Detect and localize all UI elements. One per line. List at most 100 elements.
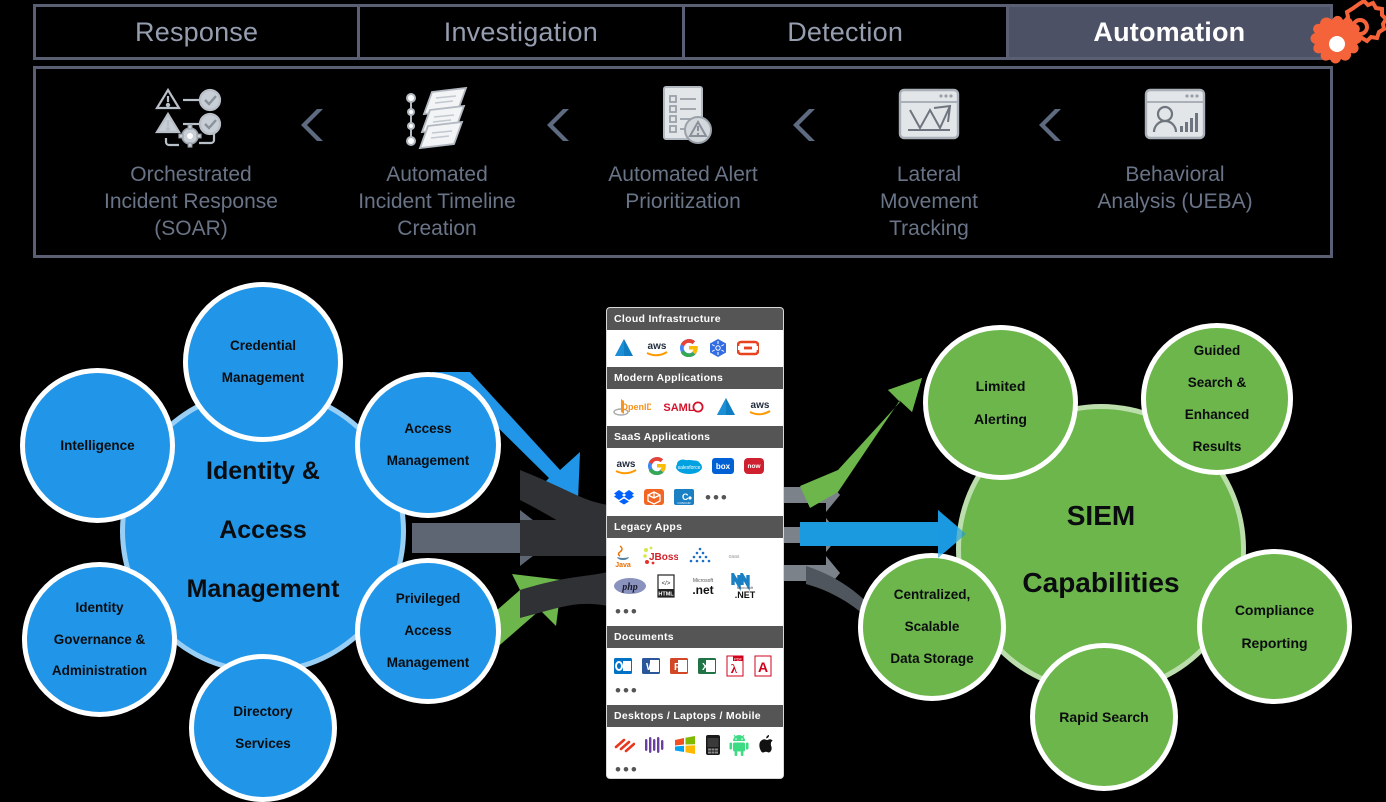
bubble-label: Directory Services: [217, 704, 308, 752]
line-3: Administration: [51, 663, 148, 679]
dotnet-logo: Microsoft .NET: [730, 573, 760, 599]
aws-logo: aws: [747, 394, 773, 420]
bubble-label: Limited Alerting: [958, 378, 1043, 428]
category-header-saas-applications: SaaS Applications: [607, 426, 783, 448]
google-logo: [647, 453, 667, 479]
bubble-identity-governance-administration[interactable]: Identity Governance & Administration: [22, 562, 177, 717]
svg-text:Java: Java: [615, 562, 631, 568]
line-2: Services: [235, 735, 291, 751]
line-1: Guided: [1193, 343, 1241, 359]
outlook-logo: [613, 653, 633, 679]
line-2: Alerting: [974, 410, 1027, 427]
line-2: Governance &: [53, 631, 146, 647]
svg-text:P: P: [674, 662, 681, 673]
blackberry-logo: [705, 732, 721, 758]
core-line-2: Capabilities: [1022, 566, 1180, 598]
iam-cluster: Identity & Access Management Credential …: [0, 0, 560, 802]
concur-logo: C CONCUR: [673, 484, 695, 510]
pyramid-analytics-logo: [687, 543, 713, 569]
core-line-3: Management: [186, 575, 340, 604]
more-ellipsis[interactable]: •••: [613, 603, 639, 620]
bubble-label: Rapid Search: [1043, 709, 1164, 726]
svg-text:salesforce: salesforce: [678, 465, 701, 471]
apple-logo: [757, 732, 775, 758]
kubernetes-logo: [708, 335, 728, 361]
svg-text:W: W: [646, 662, 656, 673]
bubble-label: Compliance Reporting: [1219, 602, 1330, 652]
servicenow-logo: now: [743, 453, 765, 479]
line-1: Compliance: [1234, 601, 1315, 618]
iam-core-label: Identity & Access Management: [171, 457, 356, 605]
svg-text:JBoss: JBoss: [649, 552, 678, 563]
line-1: Rapid Search: [1059, 708, 1149, 725]
category-logos-documents: W P X PDF λ A •••: [607, 648, 783, 705]
more-ellipsis[interactable]: •••: [613, 761, 639, 778]
line-1: Directory: [233, 704, 293, 720]
salesforce-logo: salesforce: [675, 453, 703, 479]
dropbox-logo: [613, 484, 635, 510]
svg-text:oaas: oaas: [729, 554, 740, 560]
bubble-privileged-access-management[interactable]: Privileged Access Management: [355, 558, 501, 704]
more-ellipsis[interactable]: •••: [613, 682, 639, 699]
bubble-rapid-search[interactable]: Rapid Search: [1030, 643, 1178, 791]
category-header-modern-applications: Modern Applications: [607, 367, 783, 389]
line-1: Access: [404, 421, 452, 437]
svg-text:X: X: [702, 662, 709, 673]
core-line-1: Identity &: [206, 457, 320, 486]
category-header-desktops-laptops-mobile: Desktops / Laptops / Mobile: [607, 705, 783, 727]
line-2: Management: [386, 452, 470, 468]
line-2: Access: [404, 623, 452, 639]
android-logo: [729, 732, 749, 758]
box-logo: box: [711, 453, 735, 479]
svg-text:</>: </>: [662, 581, 671, 587]
more-ellipsis[interactable]: •••: [703, 489, 729, 506]
aws-logo: aws: [644, 335, 670, 361]
saml-logo: SAML: [661, 394, 705, 420]
workday-logo: [643, 484, 665, 510]
core-line-2: Access: [219, 516, 307, 545]
bubble-label: Intelligence: [44, 438, 150, 454]
core-line-1: SIEM: [1066, 500, 1136, 532]
powerpoint-logo: P: [669, 653, 689, 679]
svg-text:.net: .net: [692, 583, 713, 597]
line-3: Enhanced: [1184, 406, 1250, 422]
category-header-documents: Documents: [607, 626, 783, 648]
google-logo: [679, 335, 699, 361]
bubble-compliance-reporting[interactable]: Compliance Reporting: [1197, 549, 1352, 704]
line-2: Search &: [1187, 375, 1247, 391]
siem-core-label: SIEM Capabilities: [1006, 499, 1195, 598]
bubble-label: Guided Search & Enhanced Results: [1169, 343, 1266, 454]
svg-text:OpenID: OpenID: [621, 402, 651, 412]
svg-text:aws: aws: [617, 459, 636, 470]
suse-logo: [643, 732, 665, 758]
excel-logo: X: [697, 653, 717, 679]
openid-logo: OpenID: [613, 394, 651, 420]
aws-logo: aws: [613, 453, 639, 479]
svg-text:HTML: HTML: [658, 592, 674, 598]
jboss-logo: JBoss: [642, 543, 678, 569]
bubble-label: Privileged Access Management: [371, 591, 486, 671]
bubble-label: Access Management: [371, 421, 486, 469]
bubble-limited-alerting[interactable]: Limited Alerting: [923, 325, 1078, 480]
line-1: Identity: [75, 599, 124, 615]
php-logo: php: [613, 573, 647, 599]
bubble-guided-search-enhanced-results[interactable]: Guided Search & Enhanced Results: [1141, 323, 1293, 475]
html-logo: </> HTML: [656, 573, 676, 599]
category-header-cloud-infrastructure: Cloud Infrastructure: [607, 308, 783, 330]
line-1: Credential: [229, 338, 297, 354]
pdf-logo: PDF λ: [725, 653, 745, 679]
bubble-directory-services[interactable]: Directory Services: [189, 654, 337, 802]
category-logos-modern-applications: OpenID SAML aws: [607, 389, 783, 426]
dotnet-microsoft-logo: Microsoft .net: [685, 573, 721, 599]
bubble-centralized-scalable-data-storage[interactable]: Centralized, Scalable Data Storage: [858, 553, 1006, 701]
category-header-legacy-apps: Legacy Apps: [607, 516, 783, 538]
bubble-credential-management[interactable]: Credential Management: [183, 282, 343, 442]
category-logos-legacy-apps: Java JBoss oaas php </> HTML Microsoft .ne…: [607, 538, 783, 626]
bubble-label: Centralized, Scalable Data Storage: [874, 587, 989, 667]
azure-logo: [613, 335, 635, 361]
acrobat-logo: A: [753, 653, 773, 679]
bubble-intelligence[interactable]: Intelligence: [20, 368, 175, 523]
oaas-logo: oaas: [722, 543, 746, 569]
line-3: Management: [386, 654, 470, 670]
bubble-access-management[interactable]: Access Management: [355, 372, 501, 518]
